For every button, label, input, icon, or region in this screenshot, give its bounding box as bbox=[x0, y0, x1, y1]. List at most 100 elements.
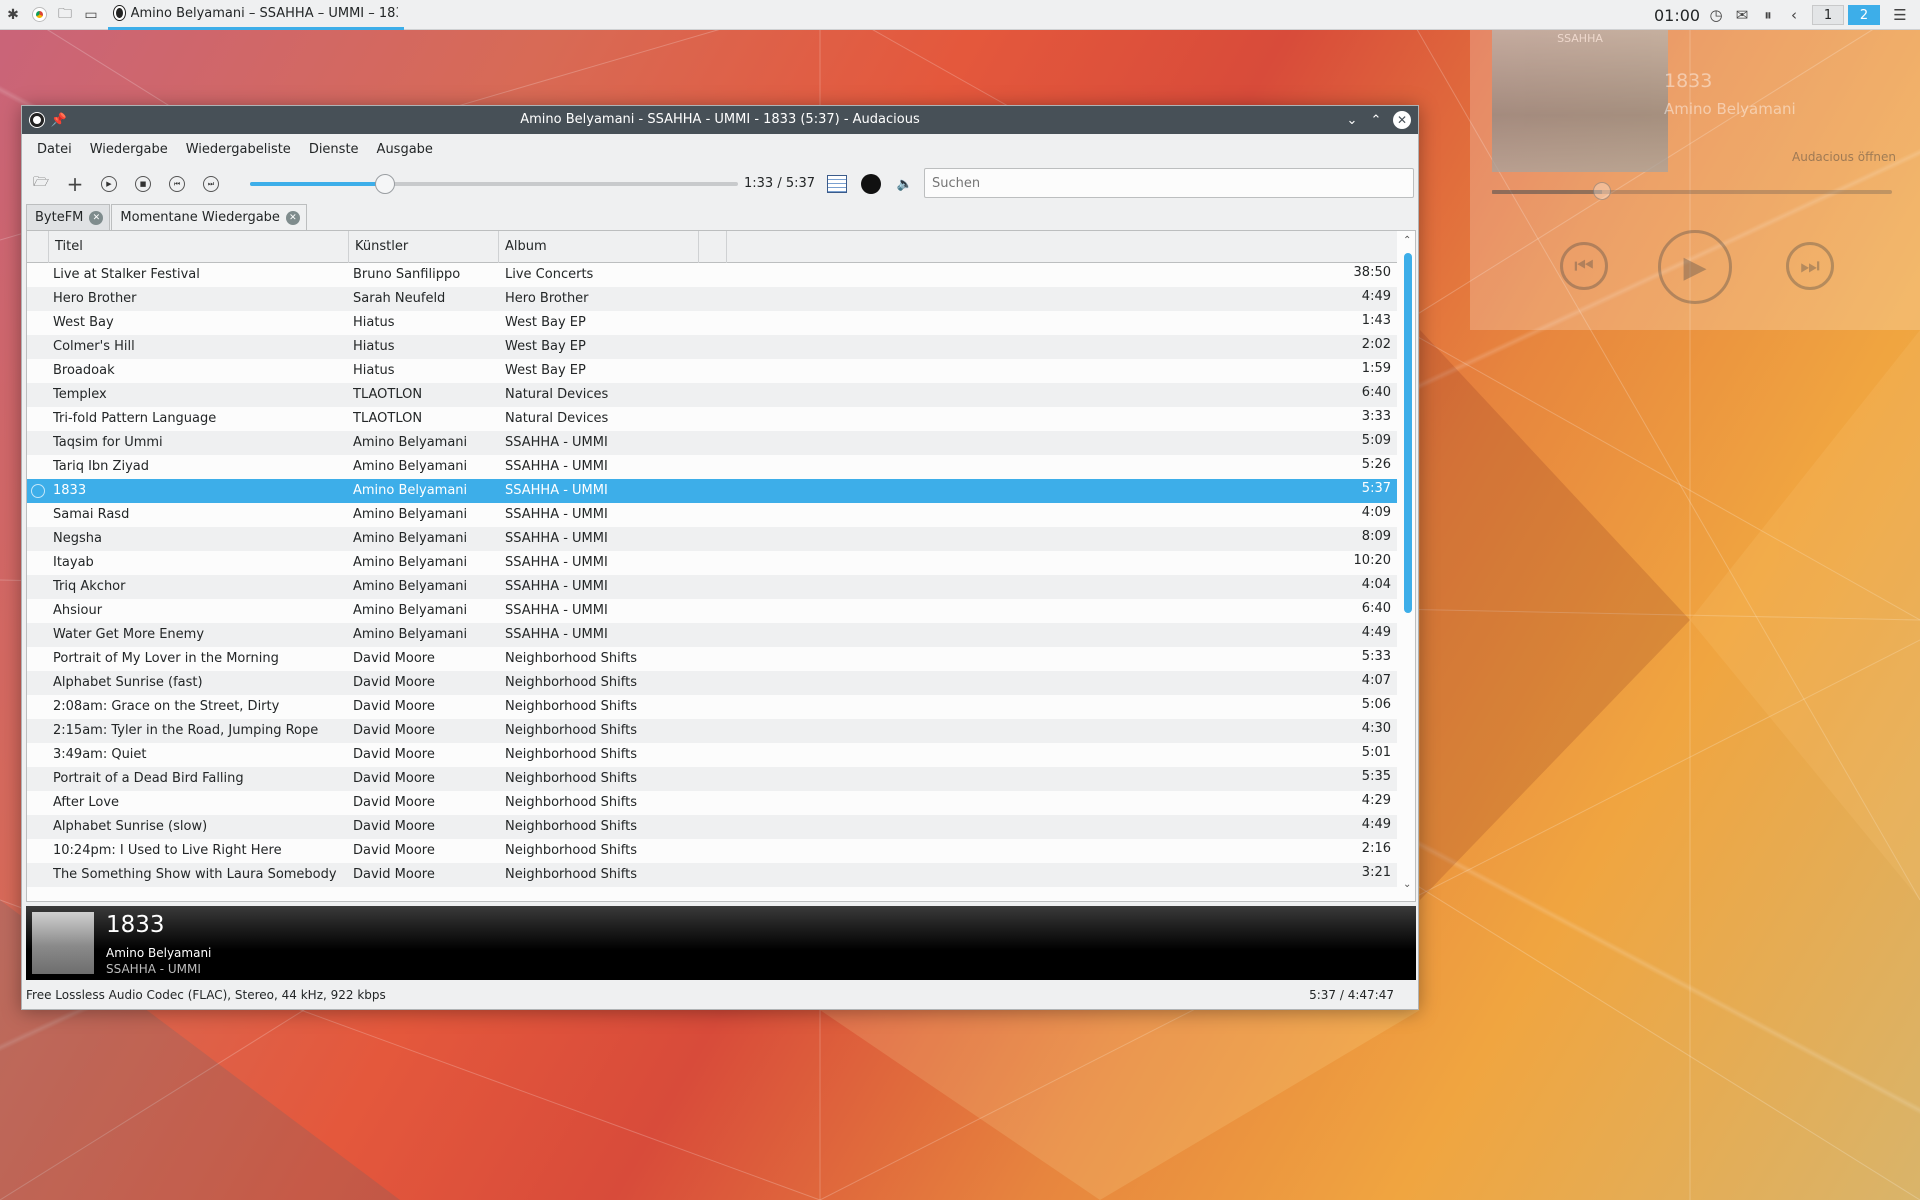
scrollbar-thumb[interactable] bbox=[1404, 253, 1412, 613]
mini-next-button[interactable]: ⏭ bbox=[1786, 242, 1834, 290]
table-row[interactable]: 1833 Amino Belyamani SSAHHA - UMMI 5:37 bbox=[27, 479, 1397, 503]
cell-title: Tariq Ibn Ziyad bbox=[53, 459, 149, 474]
table-row[interactable]: Portrait of a Dead Bird Falling David Moo… bbox=[27, 767, 1397, 791]
table-row[interactable]: Live at Stalker Festival Bruno Sanfilippo… bbox=[27, 263, 1397, 287]
table-row[interactable]: Taqsim for Ummi Amino Belyamani SSAHHA - U… bbox=[27, 431, 1397, 455]
folder-open-icon: 🗁 bbox=[32, 175, 50, 190]
table-row[interactable]: Itayab Amino Belyamani SSAHHA - UMMI 10:20 bbox=[27, 551, 1397, 575]
table-row[interactable]: Triq Akchor Amino Belyamani SSAHHA - UMMI 4… bbox=[27, 575, 1397, 599]
previous-button[interactable]: ⏮ bbox=[166, 173, 188, 195]
clock[interactable]: 01:00 bbox=[1654, 0, 1700, 30]
mini-seek-handle[interactable] bbox=[1593, 182, 1612, 200]
playlist-table[interactable]: Titel Künstler Album Live at Stalker Fes… bbox=[26, 230, 1416, 902]
header-indicator[interactable] bbox=[27, 231, 49, 263]
table-row[interactable]: Ahsiour Amino Belyamani SSAHHA - UMMI 6:40 bbox=[27, 599, 1397, 623]
cell-artist: Amino Belyamani bbox=[353, 507, 468, 522]
mini-previous-button[interactable]: ⏮ bbox=[1560, 242, 1608, 290]
cover-text: SSAHHA bbox=[1557, 32, 1603, 45]
mini-seek-slider[interactable] bbox=[1492, 182, 1892, 200]
stop-button[interactable]: ■ bbox=[132, 173, 154, 195]
table-row[interactable]: 2:08am: Grace on the Street, Dirty David … bbox=[27, 695, 1397, 719]
title-bar[interactable]: 📌 Amino Belyamani - SSAHHA - UMMI - 1833… bbox=[22, 106, 1418, 134]
menu-datei[interactable]: Datei bbox=[28, 142, 81, 157]
tab-bytefm[interactable]: ByteFM ✕ bbox=[26, 204, 111, 230]
menu-icon[interactable]: ☰ bbox=[1888, 0, 1912, 30]
table-row[interactable]: Water Get More Enemy Amino Belyamani SSAHH… bbox=[27, 623, 1397, 647]
cell-artist: David Moore bbox=[353, 795, 435, 810]
add-files-button[interactable]: + bbox=[64, 172, 86, 196]
search-input[interactable] bbox=[924, 168, 1414, 198]
cell-album: Live Concerts bbox=[505, 267, 594, 282]
now-playing-artist: Amino Belyamani bbox=[106, 946, 212, 960]
update-icon[interactable]: ◷ bbox=[1704, 0, 1728, 30]
taskbar-item-label: Amino Belyamani – SSAHHA – UMMI – 1833 (… bbox=[130, 5, 398, 21]
play-button[interactable]: ▶ bbox=[98, 173, 120, 195]
table-row[interactable]: Portrait of My Lover in the Morning David… bbox=[27, 647, 1397, 671]
table-row[interactable]: Broadoak Hiatus West Bay EP 1:59 bbox=[27, 359, 1397, 383]
cell-length: 4:04 bbox=[1361, 577, 1391, 592]
open-audacious-link[interactable]: Audacious öffnen bbox=[1792, 150, 1896, 164]
menu-dienste[interactable]: Dienste bbox=[300, 142, 368, 157]
menu-wiedergabe[interactable]: Wiedergabe bbox=[81, 142, 177, 157]
table-row[interactable]: 3:49am: Quiet David Moore Neighborhood Shi… bbox=[27, 743, 1397, 767]
close-tab-icon[interactable]: ✕ bbox=[285, 210, 300, 225]
play-icon: ▶ bbox=[1683, 249, 1707, 285]
playlist-scrollbar[interactable]: ⌃ ⌄ bbox=[1401, 231, 1415, 901]
table-row[interactable]: Templex TLAOTLON Natural Devices 6:40 bbox=[27, 383, 1397, 407]
table-row[interactable]: West Bay Hiatus West Bay EP 1:43 bbox=[27, 311, 1397, 335]
stop-icon: ■ bbox=[135, 176, 151, 192]
menu-ausgabe[interactable]: Ausgabe bbox=[368, 142, 442, 157]
table-row[interactable]: Tri-fold Pattern Language TLAOTLON Natural… bbox=[27, 407, 1397, 431]
seek-slider[interactable] bbox=[250, 174, 738, 194]
volume-button[interactable]: 🔈 bbox=[894, 173, 916, 195]
cell-artist: Hiatus bbox=[353, 315, 395, 330]
next-button[interactable]: ⏭ bbox=[200, 173, 222, 195]
table-row[interactable]: Samai Rasd Amino Belyamani SSAHHA - UMMI 4:… bbox=[27, 503, 1397, 527]
playlist-view-button[interactable] bbox=[826, 173, 848, 195]
desktop-2[interactable]: 2 bbox=[1848, 5, 1880, 25]
table-row[interactable]: Colmer's Hill Hiatus West Bay EP 2:02 bbox=[27, 335, 1397, 359]
menu-wiedergabeliste[interactable]: Wiedergabeliste bbox=[177, 142, 300, 157]
table-row[interactable]: The Something Show with Laura Somebody Da… bbox=[27, 863, 1397, 887]
cell-length: 4:09 bbox=[1361, 505, 1391, 520]
cell-album: Natural Devices bbox=[505, 411, 609, 426]
table-row[interactable]: Alphabet Sunrise (slow) David Moore Neighb… bbox=[27, 815, 1397, 839]
equalizer-button[interactable] bbox=[860, 173, 882, 195]
chevron-left-icon[interactable]: ‹ bbox=[1782, 0, 1806, 30]
table-row[interactable]: Hero Brother Sarah Neufeld Hero Brother 4:4… bbox=[27, 287, 1397, 311]
kde-logo-icon[interactable]: ✱ bbox=[0, 0, 26, 30]
tab-momentane-wiedergabe[interactable]: Momentane Wiedergabe ✕ bbox=[111, 204, 307, 230]
mini-play-button[interactable]: ▶ bbox=[1658, 230, 1732, 304]
taskbar-item-audacious[interactable]: Amino Belyamani – SSAHHA – UMMI – 1833 (… bbox=[108, 0, 404, 30]
open-files-button[interactable]: 🗁 bbox=[30, 173, 52, 195]
close-button[interactable]: ✕ bbox=[1392, 106, 1412, 134]
desktop-1[interactable]: 1 bbox=[1812, 5, 1844, 25]
close-tab-icon[interactable]: ✕ bbox=[89, 210, 104, 225]
table-row[interactable]: After Love David Moore Neighborhood Shifts… bbox=[27, 791, 1397, 815]
table-row[interactable]: Tariq Ibn Ziyad Amino Belyamani SSAHHA - U… bbox=[27, 455, 1397, 479]
folder-icon[interactable]: 🗀 bbox=[52, 0, 78, 30]
table-row[interactable]: Negsha Amino Belyamani SSAHHA - UMMI 8:09 bbox=[27, 527, 1397, 551]
cell-artist: TLAOTLON bbox=[353, 411, 423, 426]
browser-icon[interactable] bbox=[26, 0, 52, 30]
minimize-button[interactable]: ⌄ bbox=[1342, 106, 1362, 134]
maximize-button[interactable]: ⌃ bbox=[1366, 106, 1386, 134]
header-album[interactable]: Album bbox=[499, 231, 699, 263]
mail-icon[interactable]: ✉ bbox=[1730, 0, 1754, 30]
terminal-icon[interactable]: ▭ bbox=[78, 0, 104, 30]
header-extra[interactable] bbox=[699, 231, 727, 263]
scroll-up-icon[interactable]: ⌃ bbox=[1403, 235, 1411, 246]
header-kuenstler[interactable]: Künstler bbox=[349, 231, 499, 263]
table-row[interactable]: Alphabet Sunrise (fast) David Moore Neighb… bbox=[27, 671, 1397, 695]
cell-album: SSAHHA - UMMI bbox=[505, 459, 608, 474]
header-titel[interactable]: Titel bbox=[49, 231, 349, 263]
play-icon: ▶ bbox=[101, 176, 117, 192]
cell-length: 38:50 bbox=[1353, 265, 1391, 280]
playlist-length: 5:37 / 4:47:47 bbox=[1309, 988, 1394, 1002]
seek-handle[interactable] bbox=[374, 174, 395, 194]
album-cover: SSAHHA bbox=[1492, 30, 1668, 172]
table-row[interactable]: 2:15am: Tyler in the Road, Jumping Rope D… bbox=[27, 719, 1397, 743]
media-pause-icon[interactable]: ⏸ bbox=[1756, 0, 1780, 30]
scroll-down-icon[interactable]: ⌄ bbox=[1403, 879, 1411, 890]
table-row[interactable]: 10:24pm: I Used to Live Right Here David … bbox=[27, 839, 1397, 863]
